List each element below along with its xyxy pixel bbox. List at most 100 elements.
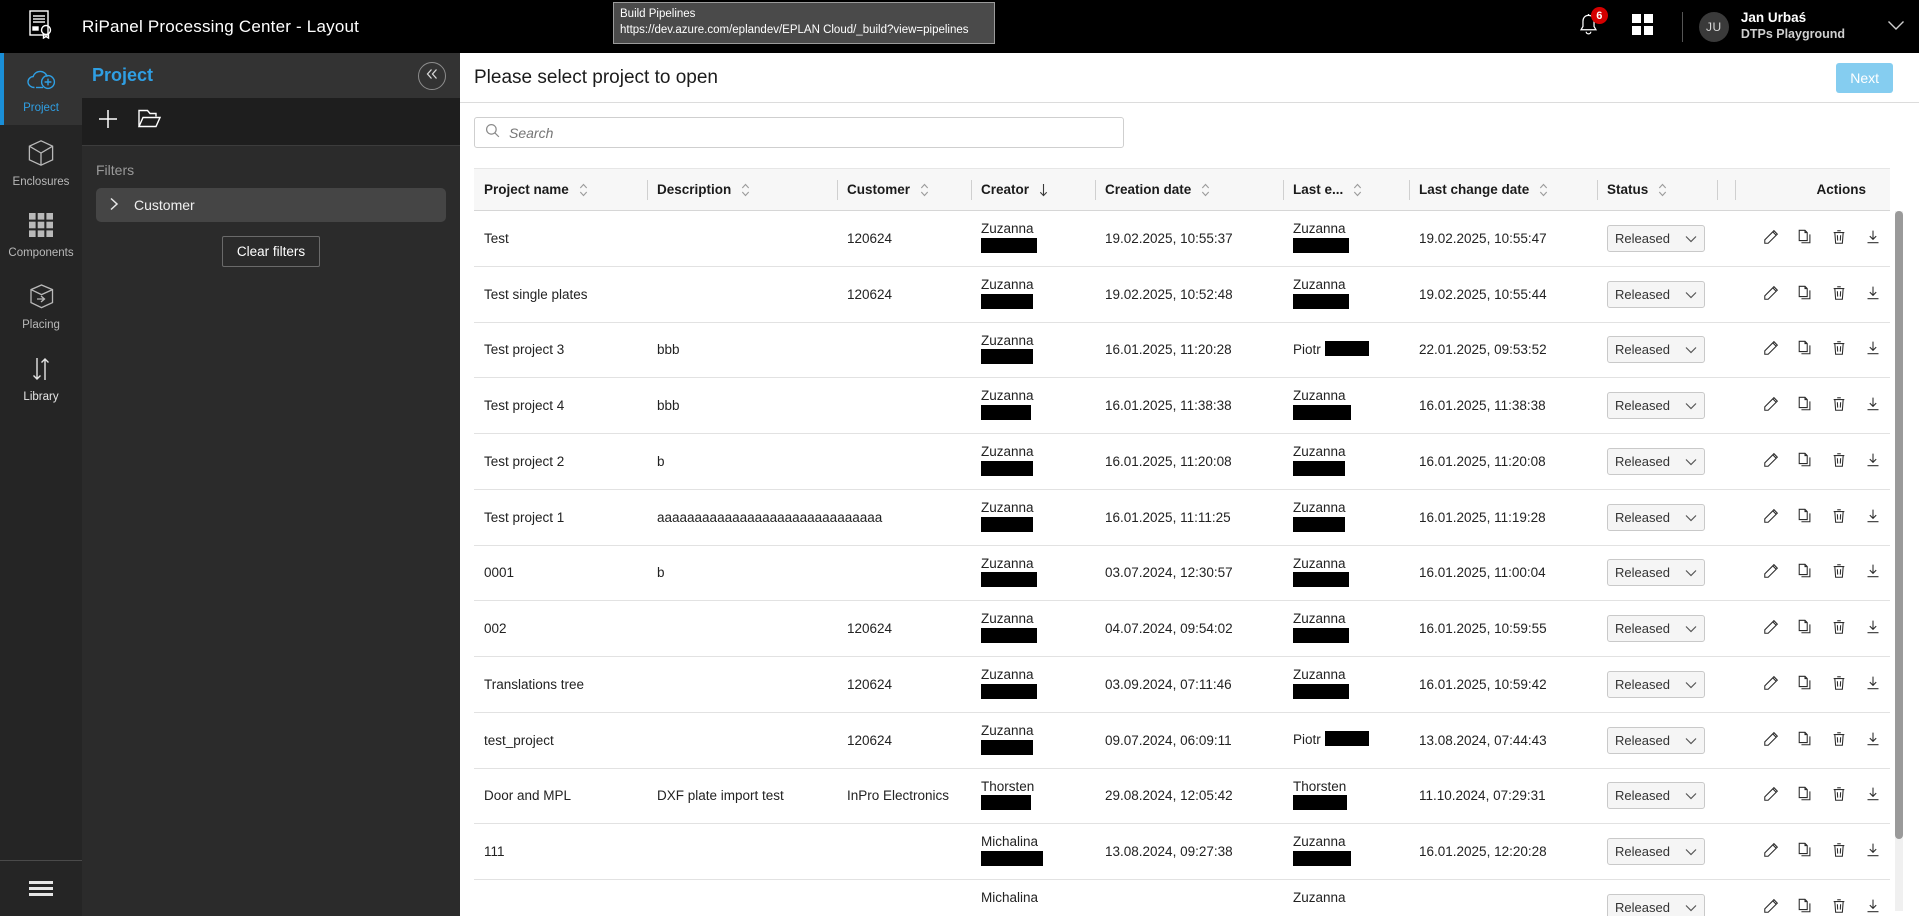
- status-dropdown[interactable]: Released: [1607, 392, 1705, 420]
- copy-duplicate-button[interactable]: [1797, 842, 1813, 861]
- copy-duplicate-button[interactable]: [1797, 229, 1813, 248]
- status-dropdown[interactable]: Released: [1607, 670, 1705, 698]
- trash-delete-button[interactable]: [1831, 563, 1847, 582]
- status-dropdown[interactable]: Released: [1607, 615, 1705, 643]
- download-button[interactable]: [1865, 842, 1881, 861]
- column-header-actions[interactable]: Actions: [1735, 168, 1890, 211]
- trash-delete-button[interactable]: [1831, 786, 1847, 805]
- sidebar-item-library[interactable]: Library: [0, 341, 82, 413]
- collapse-panel-button[interactable]: [418, 61, 446, 90]
- sidebar-item-components[interactable]: Components: [0, 197, 82, 269]
- status-dropdown[interactable]: Released: [1607, 503, 1705, 531]
- download-button[interactable]: [1865, 786, 1881, 805]
- trash-delete-button[interactable]: [1831, 285, 1847, 304]
- pencil-edit-button[interactable]: [1763, 898, 1779, 916]
- download-button[interactable]: [1865, 563, 1881, 582]
- download-button[interactable]: [1865, 508, 1881, 527]
- column-header-creator[interactable]: Creator: [971, 168, 1095, 211]
- pencil-edit-button[interactable]: [1763, 340, 1779, 359]
- user-menu-button[interactable]: [1887, 18, 1905, 36]
- user-info[interactable]: Jan Urbaś DTPs Playground: [1741, 10, 1845, 43]
- copy-duplicate-button[interactable]: [1797, 563, 1813, 582]
- copy-duplicate-button[interactable]: [1797, 285, 1813, 304]
- table-row[interactable]: test_project 120624 Zuzanna 09.07.2024, 06:…: [474, 712, 1890, 769]
- download-button[interactable]: [1865, 340, 1881, 359]
- search-box[interactable]: [474, 117, 1124, 148]
- sort-toggle-icon[interactable]: [1353, 183, 1362, 197]
- status-dropdown[interactable]: Released: [1607, 782, 1705, 810]
- status-dropdown[interactable]: Released: [1607, 893, 1705, 916]
- table-row[interactable]: Michalina Zuzanna Released: [474, 879, 1890, 916]
- pencil-edit-button[interactable]: [1763, 396, 1779, 415]
- table-row[interactable]: Test project 2 b Zuzanna 16.01.2025, 11:20:…: [474, 433, 1890, 490]
- download-button[interactable]: [1865, 675, 1881, 694]
- scrollbar-thumb[interactable]: [1895, 211, 1903, 839]
- filter-group-customer[interactable]: Customer: [96, 188, 446, 222]
- table-row[interactable]: Test 120624 Zuzanna 19.02.2025, 10:55:37 Zuz…: [474, 210, 1890, 267]
- trash-delete-button[interactable]: [1831, 396, 1847, 415]
- download-button[interactable]: [1865, 619, 1881, 638]
- column-header-description[interactable]: Description: [647, 168, 837, 211]
- pencil-edit-button[interactable]: [1763, 842, 1779, 861]
- table-vertical-scrollbar[interactable]: [1895, 211, 1903, 911]
- clear-filters-button[interactable]: Clear filters: [221, 236, 321, 267]
- trash-delete-button[interactable]: [1831, 508, 1847, 527]
- trash-delete-button[interactable]: [1831, 898, 1847, 916]
- trash-delete-button[interactable]: [1831, 731, 1847, 750]
- sidebar-item-placing[interactable]: Placing: [0, 269, 82, 341]
- table-row[interactable]: 002 120624 Zuzanna 04.07.2024, 09:54:02 Zuza…: [474, 600, 1890, 657]
- status-dropdown[interactable]: Released: [1607, 336, 1705, 364]
- table-row[interactable]: Test project 4 bbb Zuzanna 16.01.2025, 11:3…: [474, 377, 1890, 434]
- copy-duplicate-button[interactable]: [1797, 340, 1813, 359]
- column-header-creation-date[interactable]: Creation date: [1095, 168, 1283, 211]
- rail-menu-button[interactable]: [0, 860, 82, 916]
- sidebar-item-project[interactable]: Project: [0, 53, 82, 125]
- trash-delete-button[interactable]: [1831, 619, 1847, 638]
- status-dropdown[interactable]: Released: [1607, 838, 1705, 866]
- table-row[interactable]: 0001 b Zuzanna 03.07.2024, 12:30:57 Zuzanna 1…: [474, 545, 1890, 602]
- sidebar-item-enclosures[interactable]: Enclosures: [0, 125, 82, 197]
- copy-duplicate-button[interactable]: [1797, 619, 1813, 638]
- status-dropdown[interactable]: Released: [1607, 726, 1705, 754]
- pencil-edit-button[interactable]: [1763, 229, 1779, 248]
- status-dropdown[interactable]: Released: [1607, 280, 1705, 308]
- open-project-button[interactable]: [136, 107, 162, 136]
- column-header-customer[interactable]: Customer: [837, 168, 971, 211]
- sort-toggle-icon[interactable]: [920, 183, 929, 197]
- sort-toggle-icon[interactable]: [579, 183, 588, 197]
- sort-toggle-icon[interactable]: [1658, 183, 1667, 197]
- download-button[interactable]: [1865, 396, 1881, 415]
- copy-duplicate-button[interactable]: [1797, 786, 1813, 805]
- pencil-edit-button[interactable]: [1763, 731, 1779, 750]
- table-row[interactable]: Door and MPL DXF plate import test InPro E…: [474, 768, 1890, 825]
- sort-toggle-icon[interactable]: [741, 183, 750, 197]
- trash-delete-button[interactable]: [1831, 229, 1847, 248]
- status-dropdown[interactable]: Released: [1607, 559, 1705, 587]
- notifications-button[interactable]: 6: [1566, 0, 1612, 53]
- column-header-last-e[interactable]: Last e...: [1283, 168, 1409, 211]
- copy-duplicate-button[interactable]: [1797, 731, 1813, 750]
- pencil-edit-button[interactable]: [1763, 508, 1779, 527]
- sort-toggle-icon[interactable]: [1539, 183, 1548, 197]
- trash-delete-button[interactable]: [1831, 675, 1847, 694]
- trash-delete-button[interactable]: [1831, 452, 1847, 471]
- column-header-project-name[interactable]: Project name: [474, 168, 647, 211]
- copy-duplicate-button[interactable]: [1797, 452, 1813, 471]
- trash-delete-button[interactable]: [1831, 842, 1847, 861]
- table-row[interactable]: Test project 1 aaaaaaaaaaaaaaaaaaaaaaaaaa…: [474, 489, 1890, 546]
- status-dropdown[interactable]: Released: [1607, 224, 1705, 252]
- download-button[interactable]: [1865, 898, 1881, 916]
- search-input[interactable]: [509, 124, 1113, 141]
- apps-grid-button[interactable]: [1620, 0, 1666, 53]
- download-button[interactable]: [1865, 285, 1881, 304]
- column-header-status[interactable]: Status: [1597, 168, 1717, 211]
- copy-duplicate-button[interactable]: [1797, 508, 1813, 527]
- copy-duplicate-button[interactable]: [1797, 396, 1813, 415]
- column-header-last-change-date[interactable]: Last change date: [1409, 168, 1597, 211]
- pencil-edit-button[interactable]: [1763, 675, 1779, 694]
- new-project-button[interactable]: [96, 107, 120, 136]
- sort-desc-icon[interactable]: [1039, 183, 1048, 197]
- status-dropdown[interactable]: Released: [1607, 447, 1705, 475]
- copy-duplicate-button[interactable]: [1797, 898, 1813, 916]
- pencil-edit-button[interactable]: [1763, 786, 1779, 805]
